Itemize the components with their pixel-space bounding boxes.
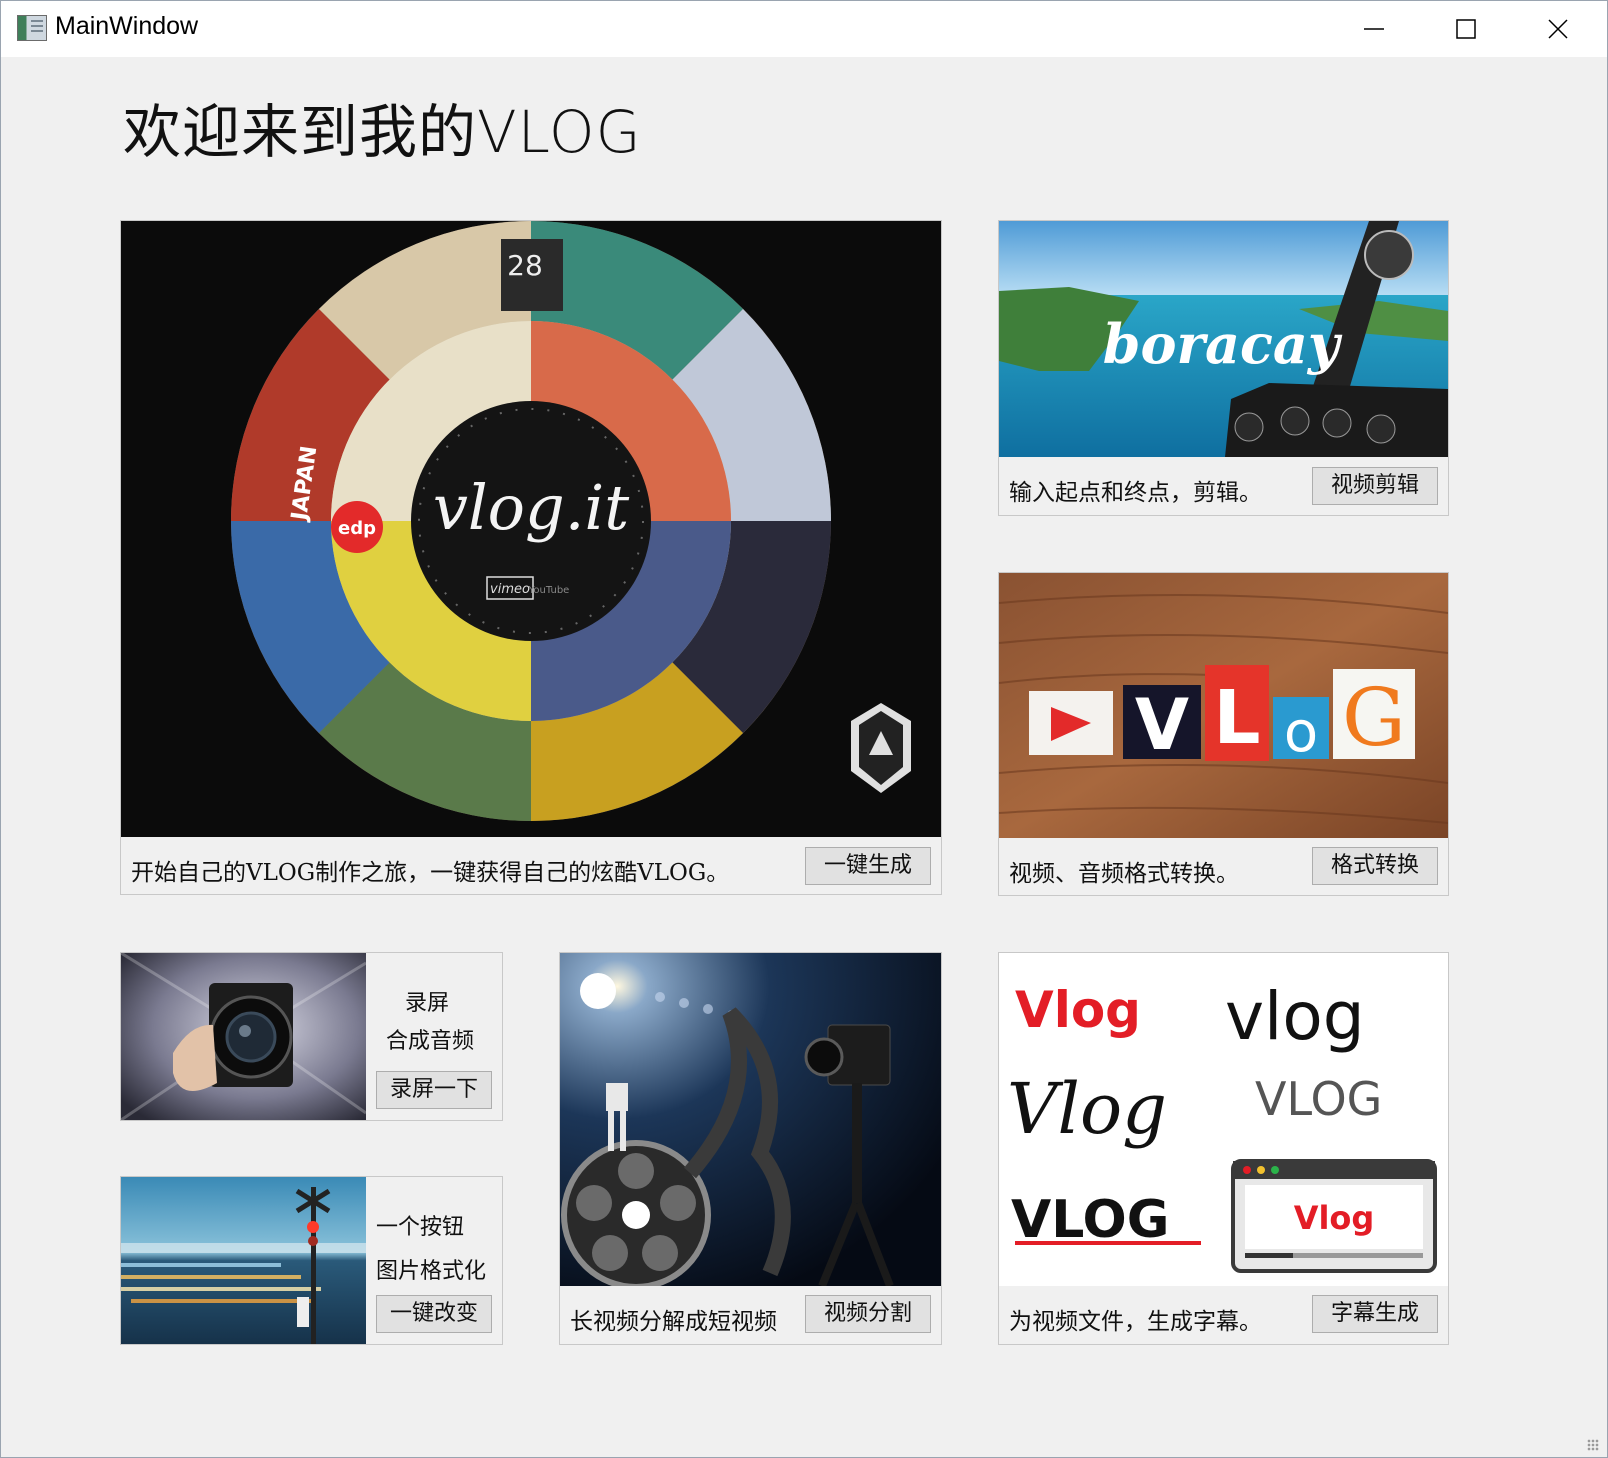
clip-button[interactable]: 视频剪辑 xyxy=(1312,467,1438,505)
split-button[interactable]: 视频分割 xyxy=(805,1295,931,1333)
record-line2: 合成音频 xyxy=(386,1029,475,1054)
image-format-card: 一个按钮 图片格式化 一键改变 xyxy=(120,1176,503,1345)
minimize-icon xyxy=(1364,28,1384,30)
camera-image xyxy=(121,953,366,1120)
logo-vlog-red: Vlog xyxy=(1015,981,1141,1039)
film-reel-image xyxy=(560,953,941,1286)
logo-vlog-window: Vlog xyxy=(1294,1199,1375,1237)
vimeo-text: vimeo xyxy=(490,582,530,597)
split-caption: 长视频分解成短视频 xyxy=(570,1309,777,1335)
subtitle-button[interactable]: 字幕生成 xyxy=(1312,1295,1438,1333)
maximize-button[interactable] xyxy=(1419,1,1511,55)
subtitle-card: Vlog vlog Vlog VLOG VLOG Vlog 为视频文件，生成字幕… xyxy=(998,952,1449,1345)
generate-button[interactable]: 一键生成 xyxy=(805,847,931,885)
vlog-wood-image: V L o G xyxy=(999,573,1448,838)
train-crossing-image xyxy=(121,1177,366,1344)
letter-l: L xyxy=(1213,675,1260,761)
main-window: MainWindow 欢迎来到我的VLOG vlog.it vimeo YouT… xyxy=(0,0,1608,1458)
edp-text: edp xyxy=(338,518,376,539)
logo-vlog-thin: vlog xyxy=(1225,978,1365,1055)
close-icon xyxy=(1548,19,1568,39)
subtitle-caption: 为视频文件，生成字幕。 xyxy=(1009,1309,1262,1335)
logo-vlog-script: Vlog xyxy=(1007,1068,1167,1150)
record-button[interactable]: 录屏一下 xyxy=(376,1071,492,1109)
boracay-image: boracay xyxy=(999,221,1448,457)
clip-caption: 输入起点和终点，剪辑。 xyxy=(1009,480,1262,506)
clip-card: boracay 输入起点和终点，剪辑。 视频剪辑 xyxy=(998,220,1449,516)
letter-g: G xyxy=(1342,671,1406,764)
close-button[interactable] xyxy=(1511,1,1603,55)
maximize-icon xyxy=(1456,19,1476,39)
minimize-button[interactable] xyxy=(1327,1,1419,55)
boracay-text: boracay xyxy=(1103,312,1343,376)
letter-v: V xyxy=(1135,684,1189,766)
vlogit-wheel-image: vlog.it vimeo YouTube JAPAN edp 28 xyxy=(121,221,941,837)
convert-button[interactable]: 格式转换 xyxy=(1312,847,1438,885)
app-window-icon xyxy=(17,15,47,41)
record-line1: 录屏 xyxy=(405,991,450,1016)
convert-caption: 视频、音频格式转换。 xyxy=(1009,861,1239,887)
generate-card: vlog.it vimeo YouTube JAPAN edp 28 开始自己的… xyxy=(120,220,942,895)
convert-card: V L o G 视频、音频格式转换。 格式转换 xyxy=(998,572,1449,896)
window-title: MainWindow xyxy=(55,12,199,40)
lost-28-text: 28 xyxy=(507,249,543,282)
title-bar[interactable]: MainWindow xyxy=(1,1,1607,57)
image-format-button[interactable]: 一键改变 xyxy=(376,1295,492,1333)
letter-o: o xyxy=(1284,700,1318,765)
generate-caption: 开始自己的VLOG制作之旅，一键获得自己的炫酷VLOG。 xyxy=(131,860,730,886)
page-title: 欢迎来到我的VLOG xyxy=(123,98,642,166)
resize-grip-icon[interactable] xyxy=(1587,1439,1599,1451)
vlogit-text: vlog.it xyxy=(433,471,629,544)
image-format-line2: 图片格式化 xyxy=(376,1259,487,1284)
split-card: 长视频分解成短视频 视频分割 xyxy=(559,952,942,1345)
image-format-line1: 一个按钮 xyxy=(376,1215,465,1240)
logo-vlog-outline: VLOG xyxy=(1255,1072,1382,1126)
record-card: 录屏 合成音频 录屏一下 xyxy=(120,952,503,1121)
vlog-logos-image: Vlog vlog Vlog VLOG VLOG Vlog xyxy=(999,953,1448,1286)
youtube-text: YouTube xyxy=(528,585,570,596)
